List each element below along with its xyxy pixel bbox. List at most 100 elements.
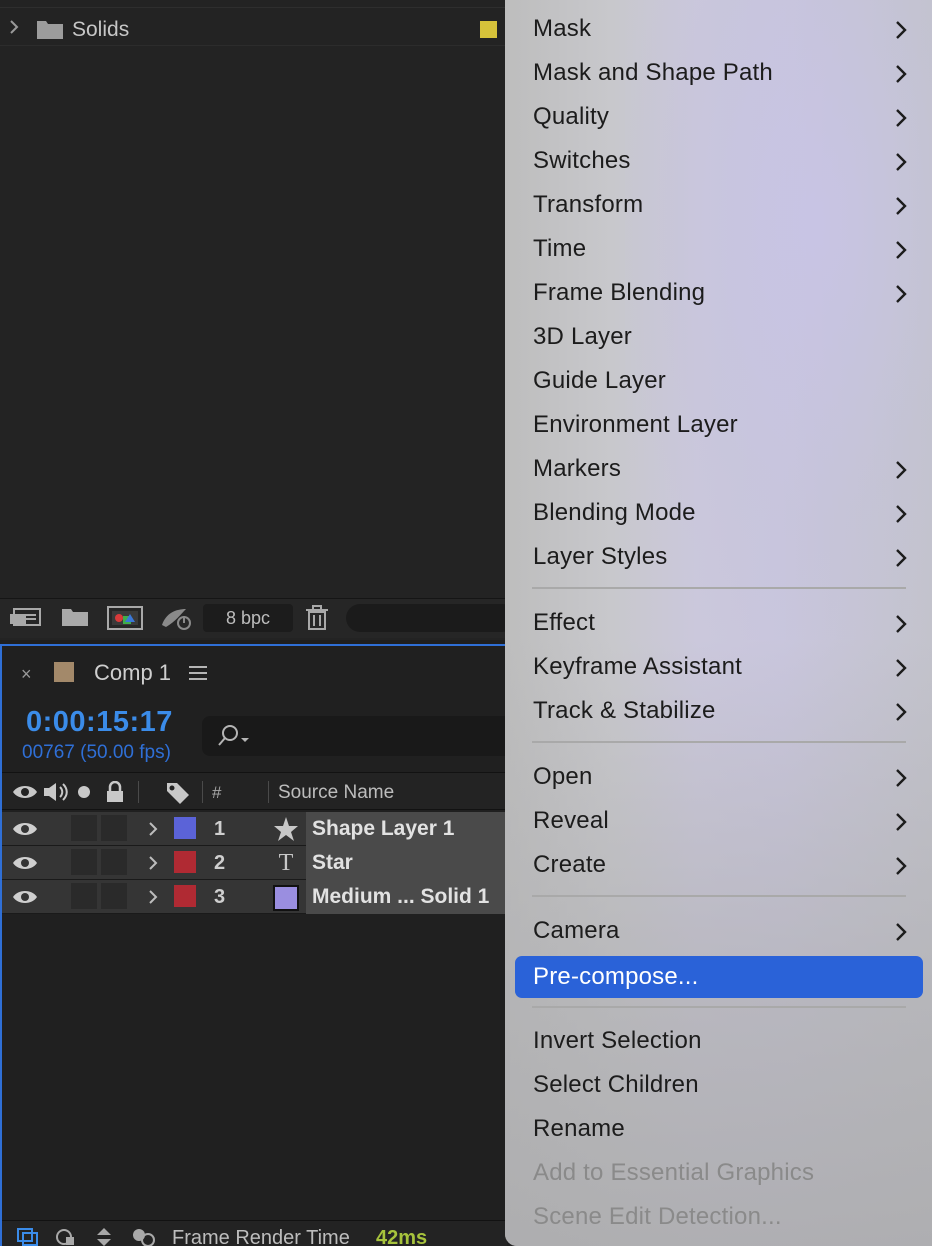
menu-item-guide-layer[interactable]: Guide Layer <box>515 360 923 400</box>
solo-toggle[interactable] <box>71 815 97 841</box>
chevron-right-icon[interactable] <box>148 889 158 910</box>
menu-item-label: Create <box>533 851 607 878</box>
solo-toggle[interactable] <box>71 849 97 875</box>
layer-context-menu: Mask Mask and Shape Path Quality Switches Tr… <box>505 0 932 1246</box>
menu-item-environment-layer[interactable]: Environment Layer <box>515 404 923 444</box>
layer-number: 2 <box>214 852 226 874</box>
solo-dot-icon[interactable] <box>77 785 91 804</box>
menu-item-rename[interactable]: Rename <box>515 1108 923 1148</box>
eye-icon[interactable] <box>12 888 38 911</box>
chevron-right-icon[interactable] <box>148 821 158 842</box>
label-color-swatch[interactable] <box>480 21 497 38</box>
interpret-footage-icon[interactable] <box>8 605 44 631</box>
menu-item-track-stabilize[interactable]: Track & Stabilize <box>515 690 923 730</box>
menu-item-label: Track & Stabilize <box>533 697 716 724</box>
menu-item-label: Quality <box>533 103 610 130</box>
layer-column-header: # Source Name <box>2 772 507 810</box>
menu-item-blending-mode[interactable]: Blending Mode <box>515 492 923 532</box>
lock-toggle[interactable] <box>101 815 127 841</box>
trash-icon[interactable] <box>304 605 340 631</box>
project-item-folder[interactable]: Solids <box>0 10 505 46</box>
render-queue-icon[interactable] <box>158 605 194 631</box>
close-icon[interactable]: × <box>21 664 32 685</box>
horizontal-scrollbar[interactable] <box>346 604 516 632</box>
column-source-name[interactable]: Source Name <box>278 782 394 804</box>
eye-icon[interactable] <box>12 854 38 877</box>
layer-search-input[interactable] <box>202 716 522 756</box>
lock-toggle[interactable] <box>101 849 127 875</box>
chevron-right-icon[interactable] <box>8 18 22 36</box>
chevron-right-icon[interactable] <box>148 855 158 876</box>
chevron-right-icon <box>895 548 907 573</box>
menu-item-reveal[interactable]: Reveal <box>515 800 923 840</box>
menu-item-effect[interactable]: Effect <box>515 602 923 642</box>
layer-name[interactable]: Medium ... Solid 1 <box>306 880 507 914</box>
solo-toggle[interactable] <box>71 883 97 909</box>
graph-toggle-icon[interactable] <box>54 1227 78 1246</box>
lock-icon[interactable] <box>104 780 126 808</box>
menu-item-label: 3D Layer <box>533 323 632 350</box>
column-number[interactable]: # <box>212 783 221 803</box>
menu-item-label: Effect <box>533 609 596 636</box>
menu-item-label: Environment Layer <box>533 411 738 438</box>
expand-panel-icon[interactable] <box>92 1227 116 1246</box>
layer-number: 3 <box>214 886 226 908</box>
menu-item-select-children[interactable]: Select Children <box>515 1064 923 1104</box>
star-icon <box>272 816 300 842</box>
frame-render-time-label: Frame Render Time <box>172 1227 350 1246</box>
menu-item-label: Switches <box>533 147 631 174</box>
current-time-display[interactable]: 0:00:15:17 <box>26 706 173 739</box>
menu-item-layer-styles[interactable]: Layer Styles <box>515 536 923 576</box>
layer-label-color[interactable] <box>174 885 196 907</box>
layer-row-3[interactable]: 3 Medium ... Solid 1 <box>2 880 507 914</box>
panel-menu-icon[interactable] <box>189 666 207 680</box>
new-composition-icon[interactable] <box>106 605 143 631</box>
chevron-right-icon <box>895 768 907 793</box>
text-layer-icon: T <box>278 850 294 876</box>
eye-icon[interactable] <box>12 820 38 843</box>
frame-count-display: 00767 (50.00 fps) <box>22 742 171 763</box>
chevron-right-icon <box>895 240 907 265</box>
layer-name[interactable]: Star <box>306 846 507 880</box>
chevron-right-icon <box>895 658 907 683</box>
menu-item-frame-blending[interactable]: Frame Blending <box>515 272 923 312</box>
chevron-right-icon <box>895 64 907 89</box>
layer-row-1[interactable]: 1 Shape Layer 1 <box>2 812 507 846</box>
menu-item-label: Reveal <box>533 807 609 834</box>
column-divider[interactable] <box>268 781 269 803</box>
menu-item-switches[interactable]: Switches <box>515 140 923 180</box>
menu-item-keyframe-assistant[interactable]: Keyframe Assistant <box>515 646 923 686</box>
menu-item-3d-layer[interactable]: 3D Layer <box>515 316 923 356</box>
search-icon <box>218 725 249 746</box>
tab-comp-1[interactable]: Comp 1 <box>94 660 171 686</box>
menu-item-pre-compose[interactable]: Pre-compose... <box>515 956 923 998</box>
render-time-icon[interactable] <box>130 1227 156 1246</box>
menu-item-mask-and-shape-path[interactable]: Mask and Shape Path <box>515 52 923 92</box>
layer-label-color[interactable] <box>174 817 196 839</box>
menu-item-label: Pre-compose... <box>533 963 699 990</box>
menu-item-label: Open <box>533 763 593 790</box>
eye-icon[interactable] <box>12 781 38 808</box>
column-divider[interactable] <box>202 781 203 803</box>
menu-item-mask[interactable]: Mask <box>515 8 923 48</box>
new-folder-icon[interactable] <box>60 605 96 631</box>
layer-name[interactable]: Shape Layer 1 <box>306 812 507 846</box>
menu-item-invert-selection[interactable]: Invert Selection <box>515 1020 923 1060</box>
menu-item-quality[interactable]: Quality <box>515 96 923 136</box>
label-tag-icon[interactable] <box>165 781 191 810</box>
bit-depth-button[interactable]: 8 bpc <box>203 604 293 632</box>
column-divider[interactable] <box>138 781 139 803</box>
comp-flowchart-icon[interactable] <box>16 1227 40 1246</box>
layer-label-color[interactable] <box>174 851 196 873</box>
menu-item-transform[interactable]: Transform <box>515 184 923 224</box>
menu-item-create[interactable]: Create <box>515 844 923 884</box>
menu-item-camera[interactable]: Camera <box>515 910 923 950</box>
project-list-top-row <box>0 0 505 8</box>
menu-item-time[interactable]: Time <box>515 228 923 268</box>
menu-item-markers[interactable]: Markers <box>515 448 923 488</box>
lock-toggle[interactable] <box>101 883 127 909</box>
layer-row-2[interactable]: 2 T Star <box>2 846 507 880</box>
menu-item-open[interactable]: Open <box>515 756 923 796</box>
project-panel: Solids 8 bpc <box>0 0 516 640</box>
speaker-icon[interactable] <box>42 781 70 808</box>
